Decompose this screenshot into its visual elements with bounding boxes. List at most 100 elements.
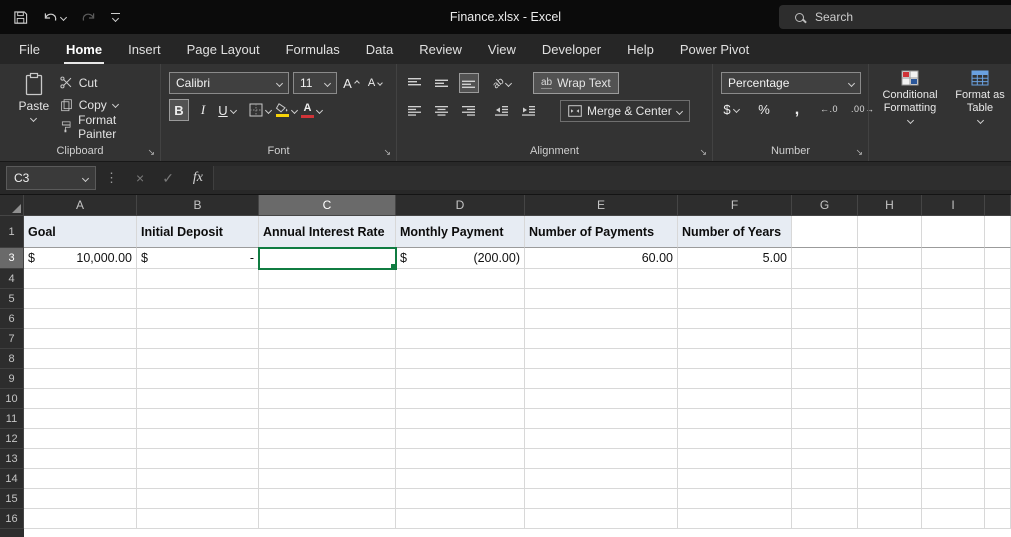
cell[interactable] — [525, 309, 678, 329]
cell[interactable] — [922, 449, 985, 469]
column-header-i[interactable]: I — [922, 195, 985, 216]
cell-a3[interactable]: $ 10,000.00 — [24, 248, 137, 269]
cell[interactable] — [922, 369, 985, 389]
row-header-5[interactable]: 5 — [0, 289, 24, 309]
cell[interactable] — [678, 469, 792, 489]
cell[interactable] — [985, 409, 1011, 429]
cell[interactable] — [137, 409, 259, 429]
cell[interactable] — [259, 489, 396, 509]
number-dialog-launcher-icon[interactable]: ↘ — [855, 148, 863, 157]
customize-quick-access-button[interactable] — [111, 13, 120, 23]
cell[interactable] — [137, 349, 259, 369]
column-header-partial[interactable] — [985, 195, 1011, 216]
cell-e3[interactable]: 60.00 — [525, 248, 678, 269]
tab-data[interactable]: Data — [353, 34, 406, 64]
cell[interactable] — [259, 289, 396, 309]
cell-a1[interactable]: Goal — [24, 216, 137, 248]
orientation-dropdown-icon[interactable] — [505, 79, 513, 87]
align-left-button[interactable] — [405, 101, 425, 121]
cell[interactable] — [525, 289, 678, 309]
cell[interactable] — [259, 349, 396, 369]
align-center-button[interactable] — [432, 101, 452, 121]
font-size-select[interactable]: 11 — [293, 72, 337, 94]
cell[interactable] — [259, 469, 396, 489]
cell[interactable] — [858, 269, 922, 289]
clipboard-dialog-launcher-icon[interactable]: ↘ — [147, 148, 155, 157]
cell[interactable] — [396, 329, 525, 349]
cut-button[interactable]: Cut — [60, 75, 154, 90]
cell[interactable] — [858, 349, 922, 369]
cell-i3[interactable] — [922, 248, 985, 269]
cell[interactable] — [525, 349, 678, 369]
cell[interactable] — [858, 409, 922, 429]
cell[interactable] — [137, 509, 259, 529]
cell[interactable] — [525, 489, 678, 509]
cell[interactable] — [792, 489, 858, 509]
number-format-select[interactable]: Percentage — [721, 72, 861, 94]
row-header-11[interactable]: 11 — [0, 409, 24, 429]
cell[interactable] — [792, 349, 858, 369]
cell[interactable] — [137, 289, 259, 309]
comma-style-button[interactable]: , — [787, 100, 807, 118]
cell[interactable] — [985, 329, 1011, 349]
cell[interactable] — [137, 489, 259, 509]
cell[interactable] — [858, 469, 922, 489]
cell[interactable] — [678, 449, 792, 469]
cell-j3[interactable] — [985, 248, 1011, 269]
cell[interactable] — [922, 349, 985, 369]
cell[interactable] — [396, 269, 525, 289]
row-header-16[interactable]: 16 — [0, 509, 24, 529]
decrease-font-size-button[interactable]: A — [365, 72, 385, 94]
cell-h3[interactable] — [858, 248, 922, 269]
cell[interactable] — [985, 469, 1011, 489]
accounting-dropdown-icon[interactable] — [732, 105, 740, 113]
row-header-7[interactable]: 7 — [0, 329, 24, 349]
cell[interactable] — [259, 449, 396, 469]
cell[interactable] — [259, 429, 396, 449]
cell[interactable] — [922, 509, 985, 529]
row-header-10[interactable]: 10 — [0, 389, 24, 409]
cell[interactable] — [525, 509, 678, 529]
merge-center-dropdown-icon[interactable] — [675, 107, 683, 115]
column-header-b[interactable]: B — [137, 195, 259, 216]
insert-function-button[interactable]: fx — [183, 170, 213, 186]
cell-j1[interactable] — [985, 216, 1011, 248]
column-header-c[interactable]: C — [259, 195, 396, 216]
format-as-table-button[interactable]: Format as Table — [947, 70, 1011, 141]
cell[interactable] — [858, 429, 922, 449]
cell[interactable] — [259, 509, 396, 529]
top-align-button[interactable] — [405, 73, 425, 93]
cell[interactable] — [792, 449, 858, 469]
tab-file[interactable]: File — [6, 34, 53, 64]
cell[interactable] — [922, 329, 985, 349]
cell[interactable] — [985, 509, 1011, 529]
fill-color-button[interactable] — [275, 99, 299, 121]
orientation-button[interactable]: ab — [491, 73, 513, 93]
row-header-9[interactable]: 9 — [0, 369, 24, 389]
cell[interactable] — [396, 509, 525, 529]
tab-insert[interactable]: Insert — [115, 34, 174, 64]
align-right-button[interactable] — [459, 101, 479, 121]
increase-indent-button[interactable] — [519, 101, 539, 121]
row-header-4[interactable]: 4 — [0, 269, 24, 289]
cell[interactable] — [24, 509, 137, 529]
select-all-button[interactable] — [0, 195, 24, 216]
tab-developer[interactable]: Developer — [529, 34, 614, 64]
cell[interactable] — [24, 409, 137, 429]
cell[interactable] — [396, 409, 525, 429]
cell[interactable] — [985, 389, 1011, 409]
cell[interactable] — [858, 489, 922, 509]
italic-button[interactable]: I — [193, 99, 213, 121]
cell[interactable] — [24, 469, 137, 489]
cell[interactable] — [922, 469, 985, 489]
cell[interactable] — [985, 289, 1011, 309]
column-header-a[interactable]: A — [24, 195, 137, 216]
cell[interactable] — [24, 389, 137, 409]
cell[interactable] — [985, 369, 1011, 389]
paste-button[interactable]: Paste — [8, 72, 60, 141]
cell[interactable] — [137, 329, 259, 349]
tab-formulas[interactable]: Formulas — [273, 34, 353, 64]
cell[interactable] — [792, 269, 858, 289]
cell[interactable] — [137, 449, 259, 469]
cell[interactable] — [858, 509, 922, 529]
